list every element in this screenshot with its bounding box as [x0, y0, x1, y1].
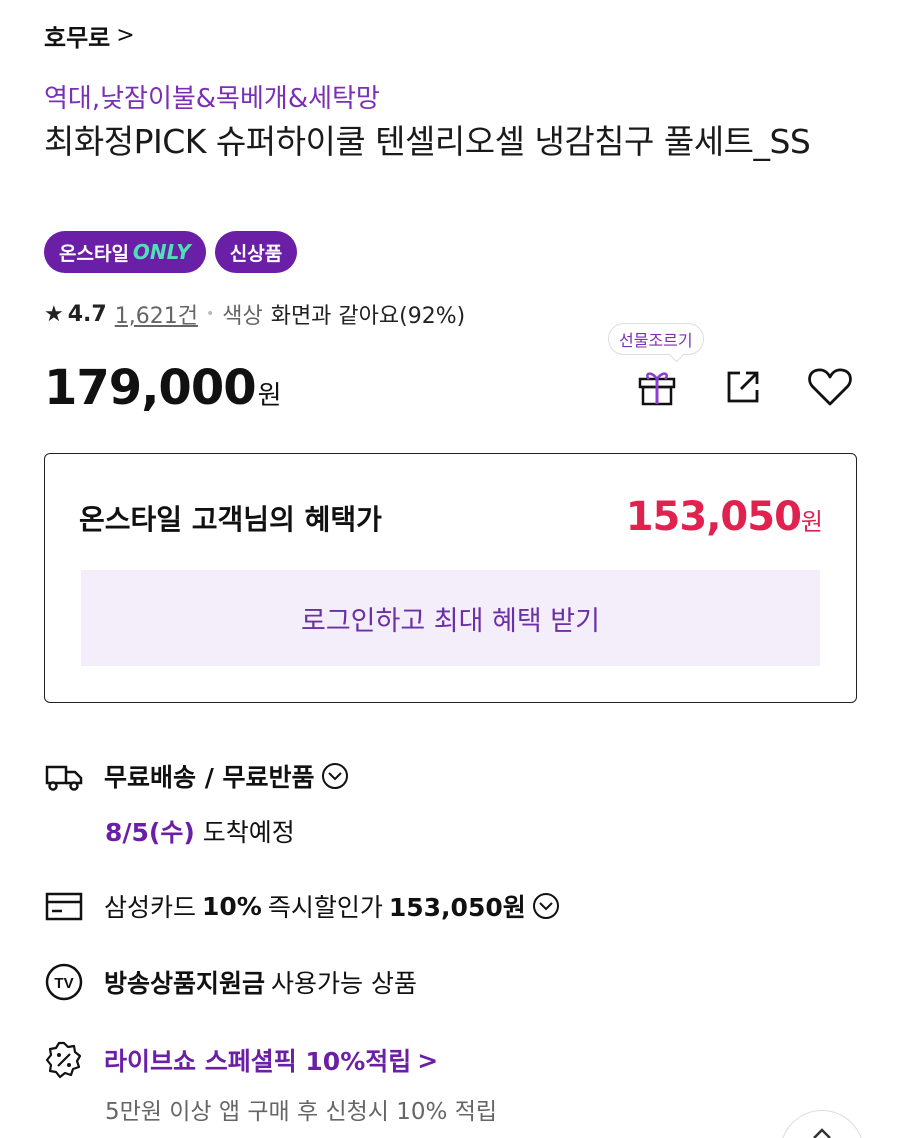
card-discount-rate: 10% — [202, 891, 262, 921]
scroll-top-button[interactable] — [780, 1110, 864, 1138]
tv-support-text: 방송상품지원금 사용가능 상품 — [104, 964, 417, 1000]
onstyle-badge-label: 온스타일 — [59, 242, 129, 265]
price-value: 179,000 — [44, 360, 257, 416]
card-discount-row[interactable]: 삼성카드 10% 즉시할인가 153,050원 — [44, 886, 560, 926]
live-show-title: 라이브쇼 스페셜픽 10%적립 > — [104, 1042, 438, 1078]
benefit-price-value: 153,050 — [625, 494, 802, 540]
price-currency: 원 — [257, 381, 282, 411]
product-title: 최화정PICK 슈퍼하이쿨 텐셀리오셀 냉감침구 풀세트_SS — [44, 122, 811, 161]
color-match-text: 화면과 같아요(92%) — [270, 304, 466, 329]
tv-icon: TV — [44, 962, 84, 1002]
gift-request-tooltip: 선물조르기 — [608, 323, 704, 355]
shipping-title-text: 무료배송 / 무료반품 — [104, 763, 315, 792]
heart-icon — [808, 368, 852, 406]
card-discount-desc: 즉시할인가 — [267, 893, 383, 922]
benefit-price-currency: 원 — [800, 508, 823, 536]
live-show-desc: 5만원 이상 앱 구매 후 신청시 10% 적립 — [105, 1099, 498, 1125]
benefit-price-box: 온스타일 고객님의 혜택가 153,050원 로그인하고 최대 혜택 받기 — [44, 453, 857, 703]
benefit-price: 153,050원 — [625, 494, 823, 540]
wishlist-button[interactable] — [805, 362, 855, 412]
chevron-right-icon: > — [116, 23, 135, 48]
share-icon — [727, 371, 759, 403]
card-discount-text: 삼성카드 10% 즉시할인가 153,050원 — [104, 888, 560, 924]
star-icon: ★ — [44, 301, 64, 327]
live-show-title-text: 라이브쇼 스페셜픽 10%적립 — [104, 1047, 412, 1076]
product-price: 179,000원 — [44, 360, 282, 416]
share-button[interactable] — [718, 362, 768, 412]
discount-badge-icon — [44, 1040, 84, 1080]
card-discount-price: 153,050원 — [388, 893, 526, 922]
chevron-down-circle-icon[interactable] — [532, 892, 560, 920]
chevron-down-circle-icon[interactable] — [321, 762, 349, 790]
tv-support-title: 방송상품지원금 — [104, 969, 266, 998]
separator-dot: • — [205, 306, 215, 322]
arrow-up-icon — [813, 1128, 831, 1138]
benefit-label: 온스타일 고객님의 혜택가 — [79, 503, 382, 536]
gift-icon — [638, 372, 676, 406]
gift-button[interactable] — [632, 362, 682, 412]
arrival-date: 8/5(수) — [105, 818, 195, 847]
brand-name: 호무로 — [44, 24, 111, 52]
shipping-row[interactable]: 무료배송 / 무료반품 — [44, 756, 349, 796]
login-benefit-button[interactable]: 로그인하고 최대 혜택 받기 — [81, 570, 820, 666]
badge-group: 온스타일 ONLY 신상품 — [44, 231, 298, 273]
chevron-right-icon: > — [417, 1045, 439, 1075]
only-badge-label: ONLY — [132, 240, 191, 264]
card-name: 삼성카드 — [104, 893, 197, 922]
delivery-truck-icon — [44, 756, 84, 796]
color-label: 색상 — [222, 304, 263, 329]
tv-support-desc: 사용가능 상품 — [271, 969, 417, 998]
arrival-label: 도착예정 — [202, 818, 295, 847]
review-count-link[interactable]: 1,621건 — [115, 298, 198, 330]
tv-support-row: TV 방송상품지원금 사용가능 상품 — [44, 962, 417, 1002]
arrival-info: 8/5(수) 도착예정 — [105, 813, 295, 849]
rating-summary: ★ 4.7 1,621건 • 색상 화면과 같아요(92%) — [44, 298, 465, 330]
new-product-badge: 신상품 — [214, 231, 298, 273]
live-show-row[interactable]: 라이브쇼 스페셜픽 10%적립 > — [44, 1040, 438, 1080]
credit-card-icon — [44, 886, 84, 926]
rating-score: 4.7 — [67, 301, 107, 327]
product-category[interactable]: 역대,낮잠이불&목베개&세탁망 — [44, 78, 380, 115]
svg-text:TV: TV — [54, 975, 73, 992]
brand-link[interactable]: 호무로 > — [44, 18, 135, 53]
shipping-title: 무료배송 / 무료반품 — [104, 758, 349, 794]
onstyle-only-badge: 온스타일 ONLY — [44, 231, 206, 273]
